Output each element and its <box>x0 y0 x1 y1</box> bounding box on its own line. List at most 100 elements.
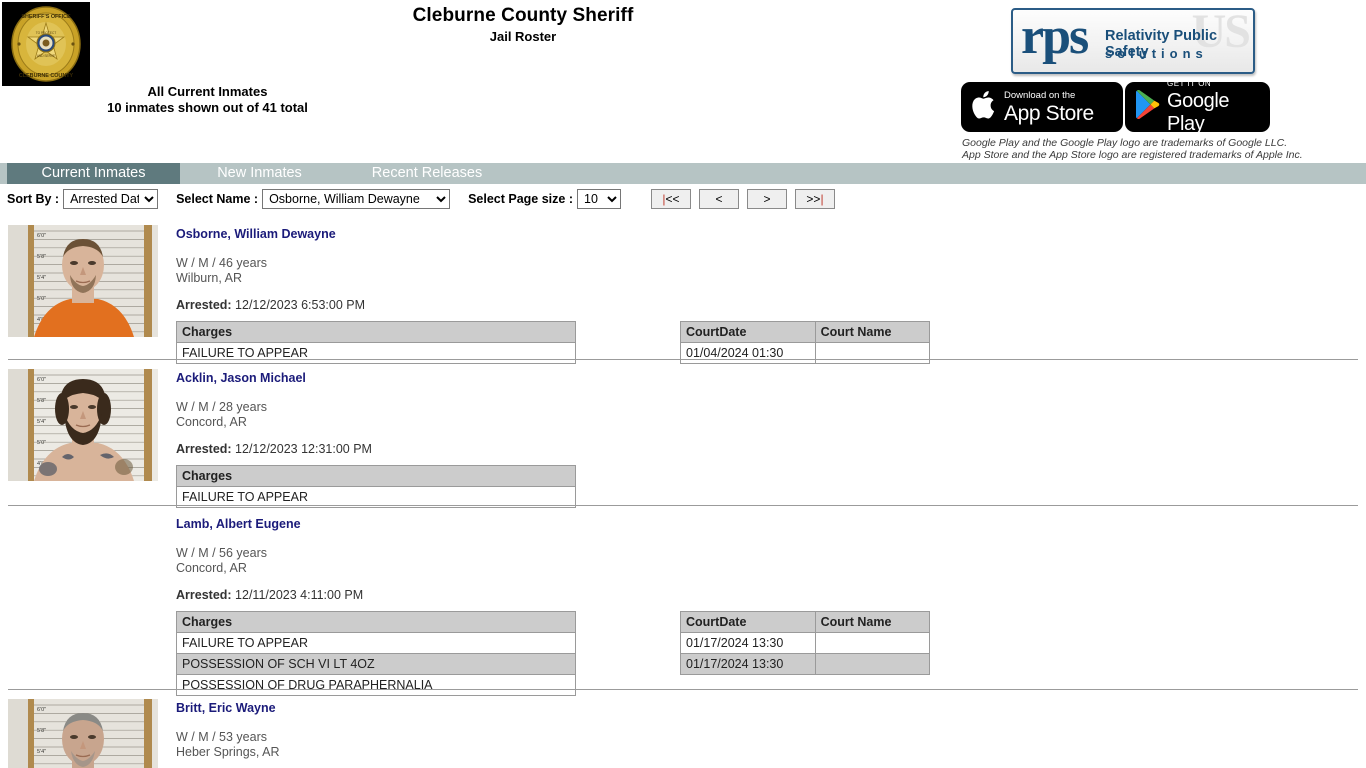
svg-text:6'0": 6'0" <box>37 707 46 713</box>
court-date-column-header: CourtDate <box>681 612 816 633</box>
table-row: 01/17/2024 13:30 <box>681 654 930 675</box>
charges-column-header: Charges <box>177 466 576 487</box>
record-divider <box>8 689 1358 690</box>
inmate-mugshot[interactable]: 6'0"5'8"5'4"5'0"4'8" <box>8 369 158 481</box>
app-store-button-label: App Store <box>1004 102 1094 125</box>
rps-logo: US rps Relativity Public Safety solution… <box>1011 8 1255 74</box>
charges-table: ChargesFAILURE TO APPEARPOSSESSION OF SC… <box>176 611 576 696</box>
table-row: FAILURE TO APPEAR <box>177 633 576 654</box>
page-header: SHERIFF'S OFFICE CLEBURNE COUNTY TO PROT… <box>0 0 1366 163</box>
inmate-demographics: W / M / 56 years <box>176 546 363 561</box>
pagination-first-button[interactable]: |<< <box>651 189 691 209</box>
inmate-details: Britt, Eric Wayne W / M / 53 yearsHeber S… <box>176 699 280 759</box>
select-name-select[interactable]: Osborne, William DewayneAcklin, Jason Mi… <box>262 189 450 209</box>
rps-logo-tagline-secondary: solutions <box>1105 46 1208 61</box>
inmate-details: Lamb, Albert Eugene W / M / 56 yearsConco… <box>176 515 363 602</box>
inmate-record: Lamb, Albert Eugene W / M / 56 yearsConco… <box>0 505 1366 689</box>
svg-text:5'8": 5'8" <box>37 398 46 404</box>
pagination-prev-button[interactable]: < <box>699 189 739 209</box>
svg-text:5'4": 5'4" <box>37 275 46 281</box>
google-play-icon <box>1134 90 1160 124</box>
court-name-cell <box>815 654 929 675</box>
page-title: Cleburne County Sheriff <box>0 4 1046 28</box>
pagination-last-button[interactable]: >>| <box>795 189 835 209</box>
inmate-name-link[interactable]: Acklin, Jason Michael <box>176 371 306 385</box>
inmate-mugshot[interactable]: 6'0"5'8"5'4"5'0"4'8" <box>8 225 158 337</box>
inmate-demographics: W / M / 46 years <box>176 256 365 271</box>
inmate-record: 6'0"5'8"5'4"5'0"4'8"Britt, Eric WayneW /… <box>0 689 1366 759</box>
court-name-cell <box>815 633 929 654</box>
svg-text:5'0": 5'0" <box>37 296 46 302</box>
court-name-column-header: Court Name <box>815 612 929 633</box>
charge-cell: FAILURE TO APPEAR <box>177 633 576 654</box>
trademark-notice: Google Play and the Google Play logo are… <box>962 138 1303 161</box>
apple-icon <box>971 89 997 125</box>
trademark-line-apple: App Store and the App Store logo are reg… <box>962 150 1303 162</box>
court-date-cell: 01/17/2024 13:30 <box>681 633 816 654</box>
trademark-line-google: Google Play and the Google Play logo are… <box>962 138 1303 150</box>
svg-text:6'0": 6'0" <box>37 233 46 239</box>
app-store-button-small-label: Download on the <box>1004 90 1094 102</box>
app-store-button[interactable]: Download on the App Store <box>961 82 1123 132</box>
inmate-details: Osborne, William Dewayne W / M / 46 years… <box>176 225 365 312</box>
svg-text:6'0": 6'0" <box>37 377 46 383</box>
pagination-next-button[interactable]: > <box>747 189 787 209</box>
inmate-name-link[interactable]: Britt, Eric Wayne <box>176 701 276 715</box>
inmate-details: Acklin, Jason Michael W / M / 28 yearsCon… <box>176 369 372 456</box>
roster-scope-label: All Current Inmates <box>0 84 415 100</box>
inmate-arrested-date: Arrested: 12/12/2023 6:53:00 PM <box>176 298 365 312</box>
inmate-city: Concord, AR <box>176 561 363 576</box>
svg-text:5'8": 5'8" <box>37 254 46 260</box>
tab-recent-releases[interactable]: Recent Releases <box>352 163 502 184</box>
court-date-cell: 01/17/2024 13:30 <box>681 654 816 675</box>
filter-toolbar: Sort By : Arrested DateNameAge Select Na… <box>0 185 1366 213</box>
jail-roster-page: SHERIFF'S OFFICE CLEBURNE COUNTY TO PROT… <box>0 0 1366 768</box>
svg-text:CLEBURNE COUNTY: CLEBURNE COUNTY <box>19 73 74 79</box>
tab-current-inmates[interactable]: Current Inmates <box>7 163 180 184</box>
svg-text:5'4": 5'4" <box>37 419 46 425</box>
inmate-demographics: W / M / 53 years <box>176 730 280 745</box>
inmate-name-link[interactable]: Lamb, Albert Eugene <box>176 517 301 531</box>
charges-table: ChargesFAILURE TO APPEAR <box>176 465 576 508</box>
charges-column-header: Charges <box>177 612 576 633</box>
inmate-mugshot[interactable]: 6'0"5'8"5'4"5'0"4'8" <box>8 699 158 768</box>
page-size-label: Select Page size : <box>468 192 573 206</box>
inmate-record: 6'0"5'8"5'4"5'0"4'8"Osborne, William Dew… <box>0 213 1366 359</box>
inmate-arrested-date: Arrested: 12/11/2023 4:11:00 PM <box>176 588 363 602</box>
roster-count-block: All Current Inmates 10 inmates shown out… <box>0 84 415 116</box>
inmate-list: 6'0"5'8"5'4"5'0"4'8"Osborne, William Dew… <box>0 213 1366 759</box>
inmate-demographics: W / M / 28 years <box>176 400 372 415</box>
inmate-arrested-date: Arrested: 12/12/2023 12:31:00 PM <box>176 442 372 456</box>
svg-text:5'4": 5'4" <box>37 749 46 755</box>
google-play-button-small-label: GET IT ON <box>1167 78 1270 90</box>
google-play-button[interactable]: GET IT ON Google Play <box>1125 82 1270 132</box>
court-name-column-header: Court Name <box>815 322 929 343</box>
sort-by-label: Sort By : <box>7 192 59 206</box>
inmate-record: 6'0"5'8"5'4"5'0"4'8"Acklin, Jason Michae… <box>0 359 1366 505</box>
google-play-button-label: Google Play <box>1167 90 1270 136</box>
roster-count-label: 10 inmates shown out of 41 total <box>0 100 415 116</box>
inmate-city: Wilburn, AR <box>176 271 365 286</box>
select-name-label: Select Name : <box>176 192 258 206</box>
inmate-city: Heber Springs, AR <box>176 745 280 760</box>
table-row: 01/17/2024 13:30 <box>681 633 930 654</box>
svg-text:5'8": 5'8" <box>37 728 46 734</box>
charge-cell: POSSESSION OF SCH VI LT 4OZ <box>177 654 576 675</box>
sort-by-select[interactable]: Arrested DateNameAge <box>63 189 158 209</box>
inmate-name-link[interactable]: Osborne, William Dewayne <box>176 227 336 241</box>
charges-column-header: Charges <box>177 322 576 343</box>
charges-table: ChargesFAILURE TO APPEAR <box>176 321 576 364</box>
record-divider <box>8 505 1358 506</box>
tab-new-inmates[interactable]: New Inmates <box>196 163 323 184</box>
rps-logo-letters: rps <box>1021 8 1087 66</box>
svg-text:AND SERVE: AND SERVE <box>37 54 55 58</box>
page-size-select[interactable]: 102550 <box>577 189 621 209</box>
court-table: CourtDateCourt Name01/17/2024 13:3001/17… <box>680 611 930 675</box>
court-date-column-header: CourtDate <box>681 322 816 343</box>
inmate-city: Concord, AR <box>176 415 372 430</box>
tab-bar: Current Inmates New Inmates Recent Relea… <box>0 163 1366 184</box>
page-subtitle: Jail Roster <box>0 28 1046 46</box>
record-divider <box>8 359 1358 360</box>
table-row: POSSESSION OF SCH VI LT 4OZ <box>177 654 576 675</box>
page-title-block: Cleburne County Sheriff Jail Roster <box>0 4 1046 46</box>
